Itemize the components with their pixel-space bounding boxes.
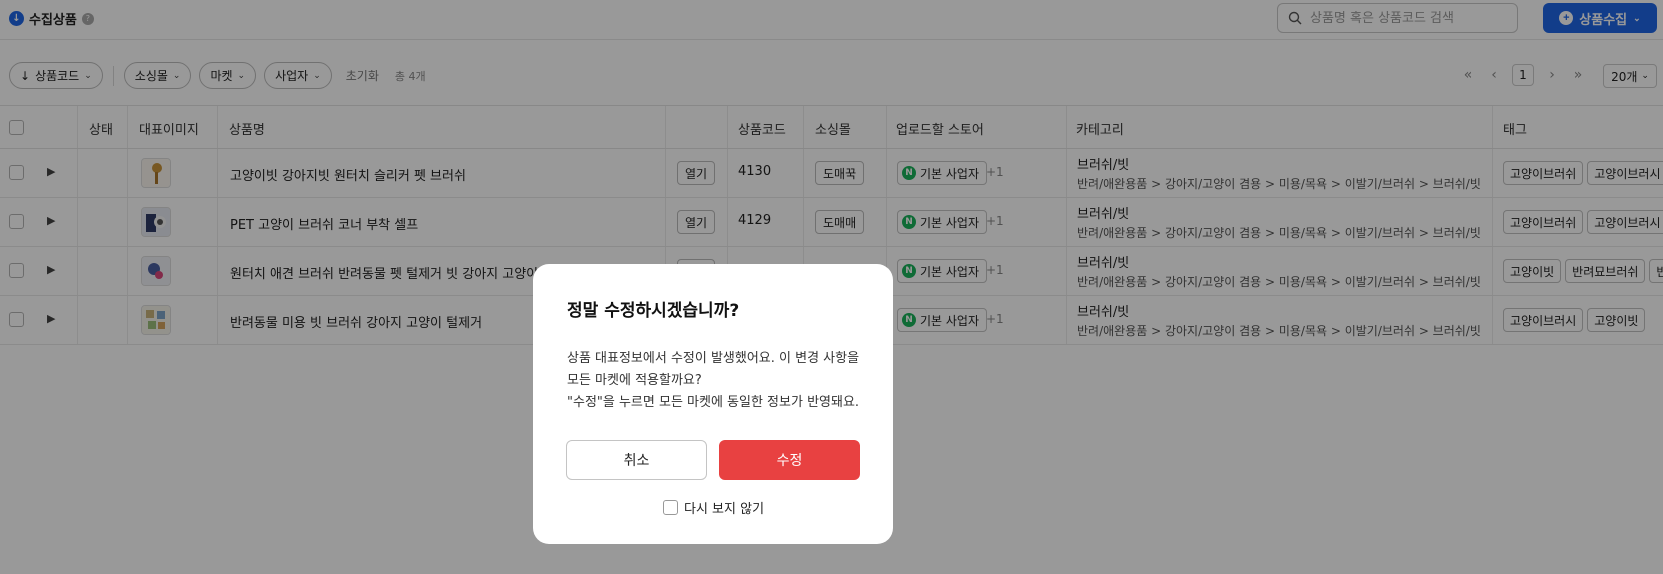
dont-show-again-checkbox[interactable] [663,500,678,515]
modal-message: 상품 대표정보에서 수정이 발생했어요. 이 변경 사항을 모든 마켓에 적용할… [567,348,867,414]
confirm-edit-button[interactable]: 수정 [719,440,860,480]
modal-message-line: "수정"을 누르면 모든 마켓에 동일한 정보가 반영돼요. [567,395,860,410]
cancel-button[interactable]: 취소 [566,440,707,480]
modal-title: 정말 수정하시겠습니까? [567,301,740,321]
confirm-modal: 정말 수정하시겠습니까? 상품 대표정보에서 수정이 발생했어요. 이 변경 사… [533,264,893,544]
dont-show-again-option[interactable]: 다시 보지 않기 [663,498,764,517]
modal-message-line: 상품 대표정보에서 수정이 발생했어요. 이 변경 사항을 [567,351,860,366]
dont-show-again-label: 다시 보지 않기 [684,502,765,517]
modal-message-line: 모든 마켓에 적용할까요? [567,373,702,388]
